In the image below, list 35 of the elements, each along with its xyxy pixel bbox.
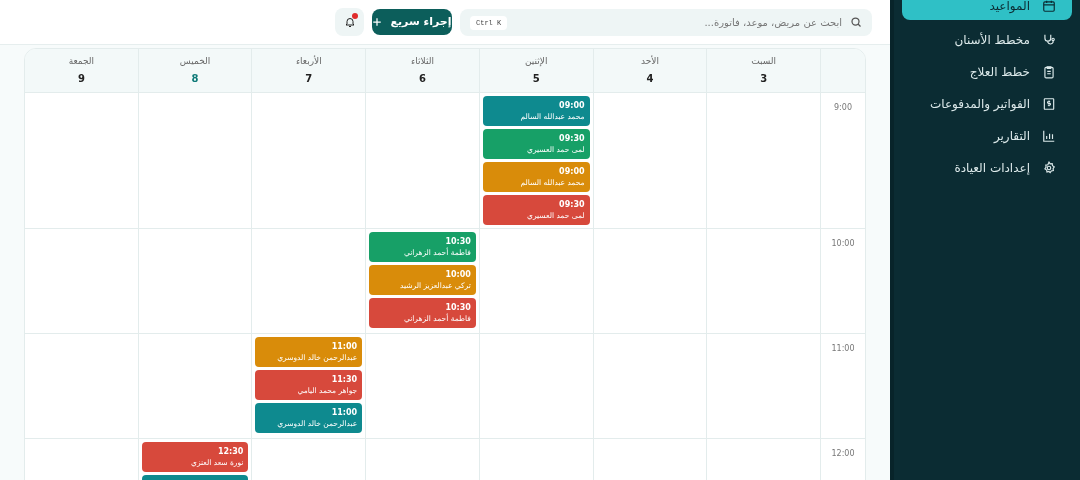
day-date: 5	[532, 71, 540, 86]
day-date: 4	[646, 71, 654, 86]
day-name: الجمعة	[68, 55, 95, 69]
stethoscope-icon	[1042, 32, 1056, 47]
day-name: الأحد	[641, 55, 659, 69]
time-label: 11:00	[830, 343, 856, 355]
day-date: 9	[77, 71, 85, 86]
day-date: 3	[760, 71, 768, 86]
quick-action-button[interactable]: إجراء سريع	[372, 9, 452, 35]
time-label: 9:00	[833, 102, 853, 114]
sidebar-item[interactable]: مخطط الأسنان	[902, 27, 1072, 52]
notifications-button[interactable]	[335, 8, 364, 36]
plus-icon	[372, 17, 383, 27]
sidebar-item[interactable]: خطط العلاج	[902, 59, 1072, 84]
time-label: 10:00	[830, 238, 856, 250]
invoice-icon	[1042, 96, 1056, 111]
calendar-icon	[1042, 0, 1056, 13]
day-name: الأربعاء	[295, 55, 322, 69]
day-date: 7	[305, 71, 313, 86]
sidebar-item[interactable]: المواعيد	[902, 0, 1072, 20]
day-date: 6	[419, 71, 426, 86]
search-icon	[850, 15, 862, 28]
day-name: السبت	[751, 55, 777, 69]
sidebar-item[interactable]: التقارير	[902, 123, 1072, 148]
bell-icon	[343, 16, 356, 28]
clipboard-icon	[1042, 64, 1056, 79]
day-date: 8	[191, 71, 199, 86]
time-label: 12:00	[830, 448, 856, 460]
day-name: الإثنين	[525, 55, 548, 69]
sidebar-item[interactable]: إعدادات العيادة	[902, 155, 1072, 180]
day-name: الثلاثاء	[411, 55, 434, 69]
settings-icon	[1042, 160, 1056, 175]
sidebar-item[interactable]: الفواتير والمدفوعات	[902, 91, 1072, 116]
bar-chart-icon	[1042, 128, 1056, 143]
day-name: الخميس	[179, 55, 211, 69]
